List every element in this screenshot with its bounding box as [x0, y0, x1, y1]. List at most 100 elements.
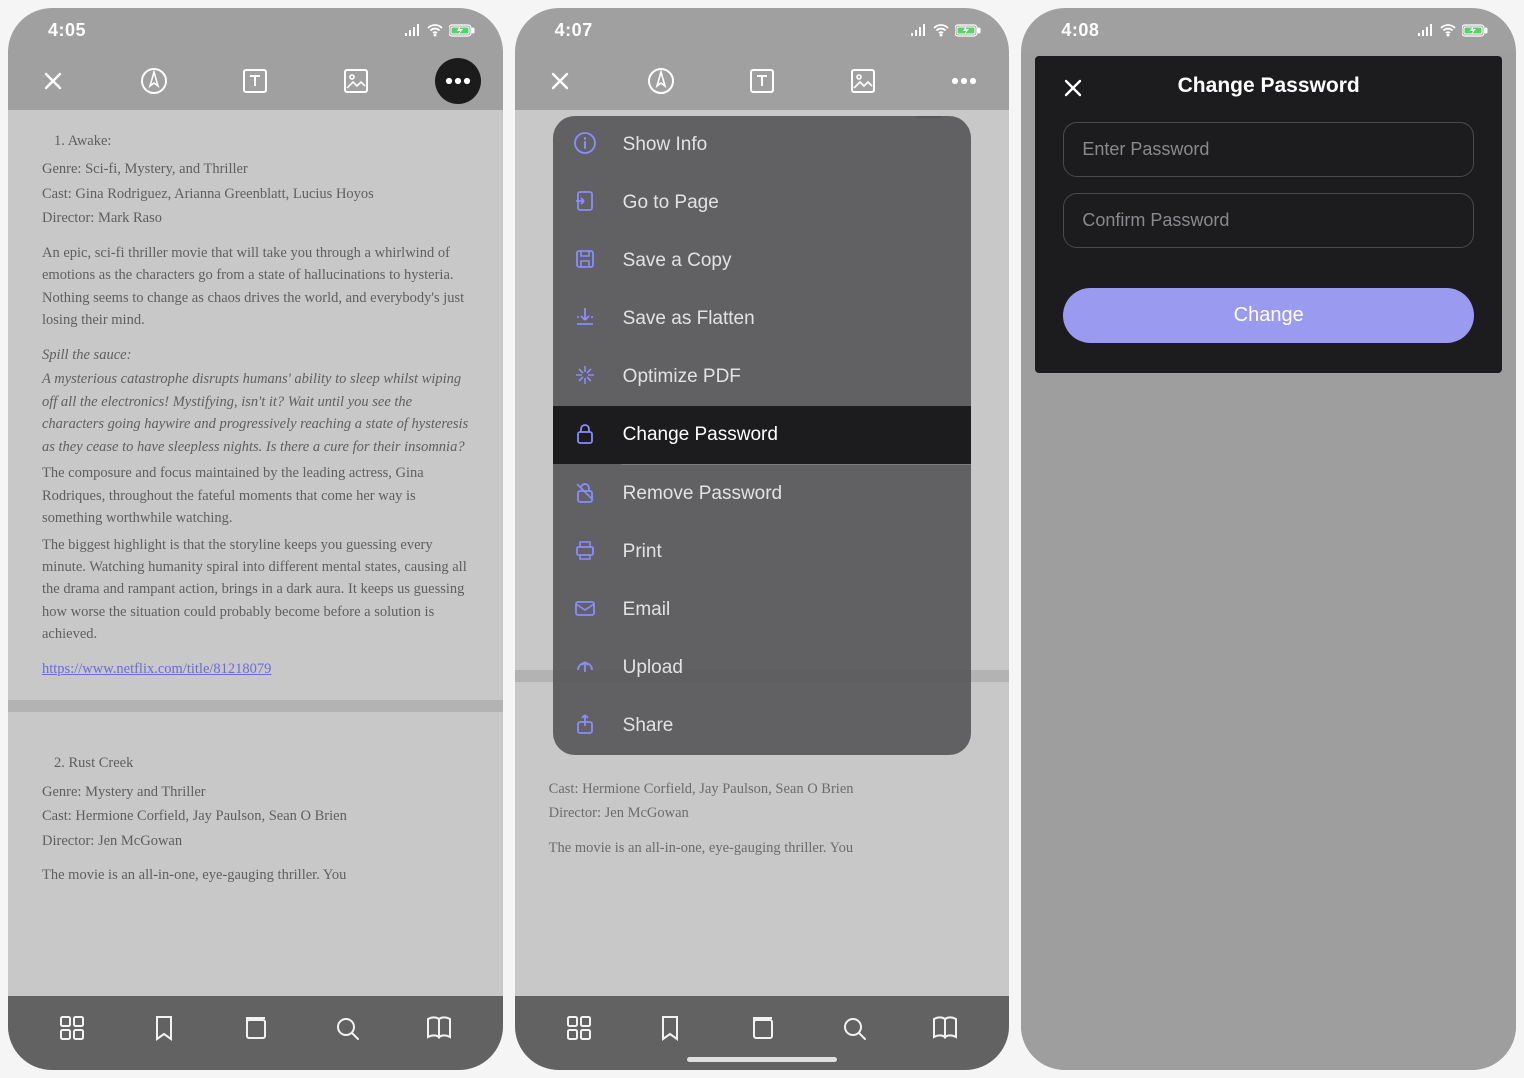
dialog-close-button[interactable]	[1059, 74, 1087, 102]
change-password-dialog: Change Password Change	[1035, 56, 1502, 373]
menu-optimize-pdf[interactable]: Optimize PDF	[553, 348, 972, 406]
bookmark-button[interactable]	[644, 1002, 696, 1054]
menu-save-copy[interactable]: Save a Copy	[553, 232, 972, 290]
status-indicators	[1417, 24, 1488, 37]
status-indicators	[404, 24, 475, 37]
status-time: 4:08	[1061, 20, 1099, 41]
pages-button[interactable]	[229, 1002, 281, 1054]
menu-upload[interactable]: Upload	[553, 639, 972, 697]
menu-item-label: Remove Password	[623, 483, 952, 505]
spill-label: Spill the sauce:	[42, 344, 469, 366]
signal-icon	[910, 24, 927, 36]
view-mode-button[interactable]	[919, 1002, 971, 1054]
genre-line: Genre: Mystery and Thriller	[42, 781, 469, 803]
body-paragraph: The composure and focus maintained by th…	[42, 462, 469, 529]
info-icon	[573, 131, 601, 159]
text-box-button[interactable]	[232, 58, 278, 104]
menu-item-label: Print	[623, 541, 952, 563]
battery-icon	[1462, 24, 1488, 37]
director-line: Director: Jen McGowan	[42, 830, 469, 852]
menu-item-label: Upload	[623, 657, 952, 679]
menu-item-label: Go to Page	[623, 192, 952, 214]
signal-icon	[1417, 24, 1434, 36]
more-popover: Show Info Go to Page Save a Copy Save as…	[553, 116, 972, 755]
menu-change-password[interactable]: Change Password	[553, 406, 972, 464]
cast-line: Cast: Hermione Corfield, Jay Paulson, Se…	[42, 805, 469, 827]
wifi-icon	[427, 24, 443, 37]
battery-icon	[955, 24, 981, 37]
cast-line: Cast: Hermione Corfield, Jay Paulson, Se…	[549, 778, 976, 800]
thumbnails-button[interactable]	[46, 1002, 98, 1054]
bookmark-button[interactable]	[138, 1002, 190, 1054]
status-bar: 4:08	[1021, 8, 1516, 52]
background: Change Password Change	[1021, 52, 1516, 1070]
menu-remove-password[interactable]: Remove Password	[553, 465, 972, 523]
home-indicator[interactable]	[687, 1057, 837, 1062]
screen-2: 4:07 Cast: Hermione Corfield, Jay Paulso…	[515, 8, 1010, 1070]
menu-save-flatten[interactable]: Save as Flatten	[553, 290, 972, 348]
menu-item-label: Optimize PDF	[623, 366, 952, 388]
more-icon	[445, 77, 471, 85]
change-button[interactable]: Change	[1063, 288, 1474, 343]
body-paragraph: The movie is an all-in-one, eye-gauging …	[42, 864, 469, 886]
body-paragraph: The movie is an all-in-one, eye-gauging …	[549, 837, 976, 859]
image-button[interactable]	[333, 58, 379, 104]
cast-line: Cast: Gina Rodriguez, Arianna Greenblatt…	[42, 183, 469, 205]
menu-show-info[interactable]: Show Info	[553, 116, 972, 174]
annotate-button[interactable]	[638, 58, 684, 104]
bottom-toolbar	[8, 996, 503, 1070]
menu-item-label: Save a Copy	[623, 250, 952, 272]
menu-item-label: Share	[623, 715, 952, 737]
status-bar: 4:07	[515, 8, 1010, 52]
netflix-link[interactable]: https://www.netflix.com/title/81218079	[42, 661, 271, 677]
body-paragraph: An epic, sci-fi thriller movie that will…	[42, 242, 469, 332]
top-toolbar	[8, 52, 503, 110]
menu-goto-page[interactable]: Go to Page	[553, 174, 972, 232]
status-bar: 4:05	[8, 8, 503, 52]
confirm-password-field[interactable]	[1063, 193, 1474, 248]
goto-page-icon	[573, 189, 601, 217]
enter-password-field[interactable]	[1063, 122, 1474, 177]
view-mode-button[interactable]	[413, 1002, 465, 1054]
status-time: 4:05	[48, 20, 86, 41]
body-paragraph: The biggest highlight is that the storyl…	[42, 534, 469, 646]
thumbnails-button[interactable]	[553, 1002, 605, 1054]
email-icon	[573, 596, 601, 624]
director-line: Director: Mark Raso	[42, 207, 469, 229]
annotate-button[interactable]	[131, 58, 177, 104]
popover-arrow	[915, 116, 943, 118]
top-toolbar	[515, 52, 1010, 110]
more-icon	[951, 77, 977, 85]
document-view[interactable]: 1. Awake: Genre: Sci-fi, Mystery, and Th…	[8, 110, 503, 1070]
flatten-icon	[573, 305, 601, 333]
entry-title: 2. Rust Creek	[54, 752, 469, 774]
more-button[interactable]	[435, 58, 481, 104]
director-line: Director: Jen McGowan	[549, 802, 976, 824]
wifi-icon	[933, 24, 949, 37]
status-time: 4:07	[555, 20, 593, 41]
menu-item-label: Change Password	[623, 424, 952, 446]
close-button[interactable]	[537, 58, 583, 104]
menu-email[interactable]: Email	[553, 581, 972, 639]
menu-share[interactable]: Share	[553, 697, 972, 755]
menu-item-label: Email	[623, 599, 952, 621]
menu-print[interactable]: Print	[553, 523, 972, 581]
more-button[interactable]	[941, 58, 987, 104]
close-button[interactable]	[30, 58, 76, 104]
pages-button[interactable]	[736, 1002, 788, 1054]
screen-3: 4:08 Change Password Change	[1021, 8, 1516, 1070]
save-icon	[573, 247, 601, 275]
entry-title: 1. Awake:	[54, 130, 469, 152]
image-button[interactable]	[840, 58, 886, 104]
screen-1: 4:05 1. Awake: Genre: Sci-fi, Mystery, a…	[8, 8, 503, 1070]
optimize-icon	[573, 363, 601, 391]
text-box-button[interactable]	[739, 58, 785, 104]
wifi-icon	[1440, 24, 1456, 37]
search-button[interactable]	[828, 1002, 880, 1054]
status-indicators	[910, 24, 981, 37]
genre-line: Genre: Sci-fi, Mystery, and Thriller	[42, 158, 469, 180]
signal-icon	[404, 24, 421, 36]
dialog-title: Change Password	[1178, 74, 1360, 98]
search-button[interactable]	[321, 1002, 373, 1054]
document-page-1: 1. Awake: Genre: Sci-fi, Mystery, and Th…	[8, 110, 503, 700]
